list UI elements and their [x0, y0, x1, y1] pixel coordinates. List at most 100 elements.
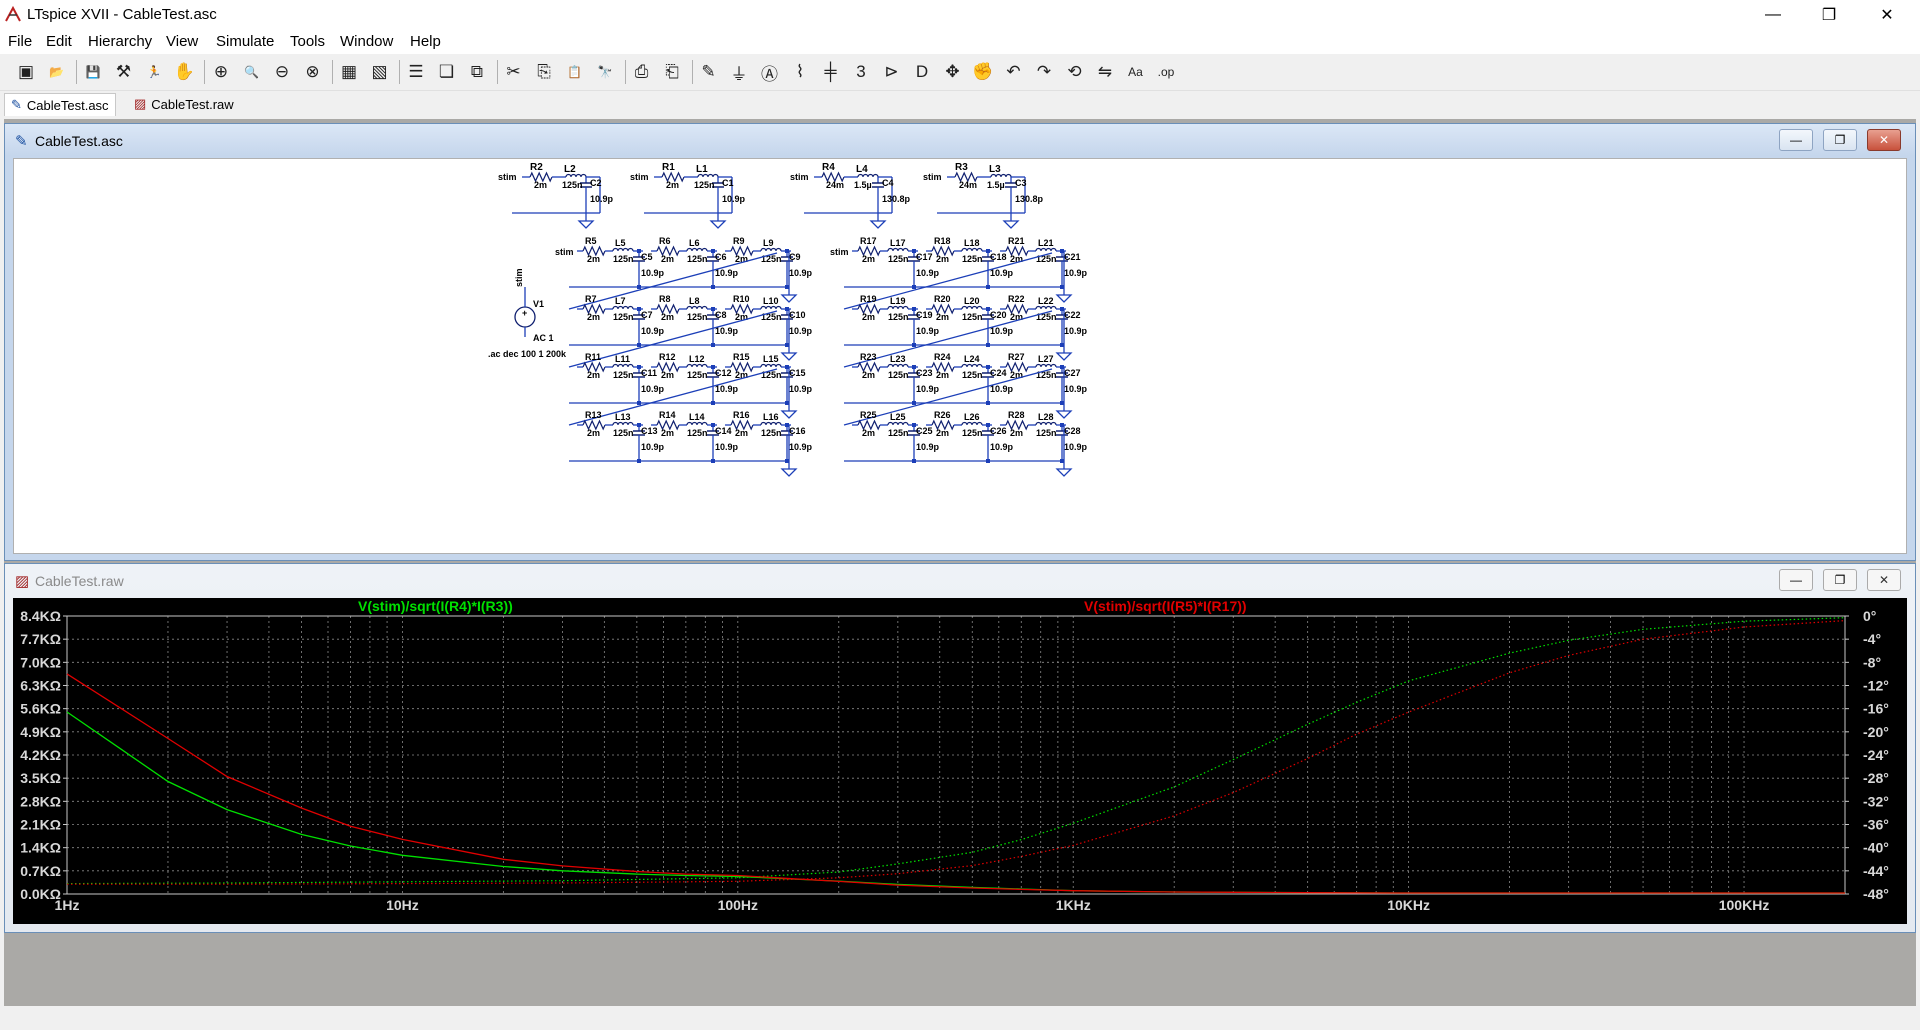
tile-vertical-icon[interactable]: ⧉ [465, 60, 489, 84]
y-left-tick-label: 7.7KΩ [20, 631, 61, 647]
cut-icon[interactable]: ✂ [502, 60, 526, 84]
resistor-ref: R12 [659, 352, 676, 362]
spice-directive-icon[interactable]: .op [1154, 60, 1178, 84]
schematic-minimize-button[interactable]: — [1779, 129, 1813, 151]
inductor-ref: L10 [763, 296, 779, 306]
inductor-symbol [612, 305, 634, 310]
menu-help[interactable]: Help [410, 33, 441, 50]
pan-icon[interactable]: 🔍 [240, 60, 264, 84]
tile-horizontal-icon[interactable]: ☰ [404, 60, 428, 84]
save-icon[interactable]: 💾 [81, 60, 105, 84]
schematic-canvas[interactable]: stim R2 2m L2 125n C2 10.9p stim R1 2m L1 125n C1 10.… [13, 158, 1907, 554]
draw-wire-icon[interactable]: ✎ [697, 60, 721, 84]
cascade-icon[interactable]: ❏ [435, 60, 459, 84]
open-folder-icon[interactable]: 📂 [45, 60, 69, 84]
schematic-restore-button[interactable]: ❐ [1823, 129, 1857, 151]
print-preview-icon[interactable]: ⎗ [660, 60, 684, 84]
resistor-ref: R16 [733, 410, 750, 420]
capacitor-ref: C17 [916, 252, 933, 262]
new-schematic-icon[interactable]: ▣ [14, 60, 38, 84]
menu-view[interactable]: View [166, 33, 198, 50]
copy-icon[interactable]: ⎘ [532, 60, 556, 84]
inductor-symbol [1035, 363, 1057, 368]
label-net-icon[interactable]: Ⓐ [758, 60, 782, 84]
ground-symbol [1055, 352, 1073, 361]
x-tick-label: 100Hz [718, 897, 758, 913]
toolbar-separator [76, 60, 77, 84]
waveform-window-titlebar[interactable]: ▨ CableTest.raw — ❐ ✕ [5, 564, 1915, 596]
ground-icon[interactable]: ⏚ [727, 60, 751, 84]
drag-icon[interactable]: ✊ [971, 60, 995, 84]
y-left-tick-label: 3.5KΩ [20, 770, 61, 786]
capacitor-icon[interactable]: ╪ [819, 60, 843, 84]
menu-simulate[interactable]: Simulate [216, 33, 274, 50]
bode-plot-chart[interactable]: 8.4KΩ 7.7KΩ 7.0KΩ 6.3KΩ 5.6KΩ 4.9KΩ 4.2KΩ 3.5KΩ… [13, 598, 1907, 924]
zoom-in-icon[interactable]: ⊕ [209, 60, 233, 84]
component-icon[interactable]: D [910, 60, 934, 84]
print-icon[interactable]: ⎙ [630, 60, 654, 84]
y-right-tick-label: -20° [1863, 724, 1889, 740]
undo-icon[interactable]: ↶ [1002, 60, 1026, 84]
waveform-minimize-button[interactable]: — [1779, 569, 1813, 591]
zoom-out-icon[interactable]: ⊖ [270, 60, 294, 84]
tab-cabletest-raw[interactable]: ▨ CableTest.raw [128, 93, 240, 115]
run-icon[interactable]: 🏃 [142, 60, 166, 84]
waveform-plot[interactable]: 8.4KΩ 7.7KΩ 7.0KΩ 6.3KΩ 5.6KΩ 4.9KΩ 4.2KΩ 3.5KΩ… [13, 598, 1907, 924]
plot-settings-icon[interactable]: ▧ [368, 60, 392, 84]
zoom-fit-icon[interactable]: ⊗ [301, 60, 325, 84]
capacitor-value: 10.9p [789, 326, 813, 336]
close-button[interactable]: ✕ [1864, 0, 1910, 30]
inductor-value: 125n [962, 428, 983, 438]
ltspice-app-icon [5, 5, 21, 22]
window-title: LTspice XVII - CableTest.asc [27, 6, 217, 23]
resistor-value: 2m [661, 254, 674, 264]
schematic-window-titlebar[interactable]: ✎ CableTest.asc — ❐ ✕ [5, 124, 1915, 156]
resistor-ref: R21 [1008, 236, 1025, 246]
minimize-button[interactable]: — [1750, 0, 1796, 30]
capacitor-value: 10.9p [789, 268, 813, 278]
resistor-icon[interactable]: ⌇ [788, 60, 812, 84]
schematic-drawing[interactable]: stim R2 2m L2 125n C2 10.9p stim R1 2m L1 125n C1 10.… [14, 159, 1906, 553]
halt-icon[interactable]: ✋ [173, 60, 197, 84]
resistor-ref: R8 [659, 294, 671, 304]
diode-icon[interactable]: ⊳ [880, 60, 904, 84]
menu-file[interactable]: File [8, 33, 32, 50]
text-icon[interactable]: Aa [1124, 60, 1148, 84]
schematic-close-button[interactable]: ✕ [1867, 129, 1901, 151]
x-tick-label: 10Hz [386, 897, 419, 913]
maximize-button[interactable]: ❐ [1806, 0, 1852, 30]
autorange-icon[interactable]: ▦ [337, 60, 361, 84]
resistor-value: 2m [936, 312, 949, 322]
menu-window[interactable]: Window [340, 33, 393, 50]
source-value: AC 1 [533, 333, 554, 343]
inductor-value: 125n [962, 370, 983, 380]
control-panel-icon[interactable]: ⚒ [112, 60, 136, 84]
rotate-icon[interactable]: ⟲ [1063, 60, 1087, 84]
inductor-icon[interactable]: 3 [849, 60, 873, 84]
inductor-symbol [760, 247, 782, 252]
paste-icon[interactable]: 📋 [563, 60, 587, 84]
inductor-ref: L27 [1038, 354, 1054, 364]
inductor-ref: L23 [890, 354, 906, 364]
capacitor-value: 10.9p [990, 268, 1014, 278]
title-bar: LTspice XVII - CableTest.asc — ❐ ✕ [0, 0, 1920, 30]
inductor-value: 125n [687, 370, 708, 380]
inductor-symbol [887, 363, 909, 368]
find-icon[interactable]: 🔭 [593, 60, 617, 84]
inductor-value: 1.5µ [854, 180, 872, 190]
waveform-restore-button[interactable]: ❐ [1823, 569, 1857, 591]
capacitor-value: 10.9p [590, 194, 614, 204]
y-right-tick-label: -32° [1863, 793, 1889, 809]
menu-tools[interactable]: Tools [290, 33, 325, 50]
tab-cabletest-asc[interactable]: ✎ CableTest.asc [4, 93, 116, 116]
inductor-symbol [961, 247, 983, 252]
mirror-icon[interactable]: ⇋ [1093, 60, 1117, 84]
menu-edit[interactable]: Edit [46, 33, 72, 50]
capacitor-value: 10.9p [1064, 326, 1088, 336]
waveform-close-button[interactable]: ✕ [1867, 569, 1901, 591]
y-left-tick-label: 6.3KΩ [20, 678, 61, 694]
inductor-value: 125n [562, 180, 583, 190]
move-icon[interactable]: ✥ [941, 60, 965, 84]
menu-hierarchy[interactable]: Hierarchy [88, 33, 152, 50]
redo-icon[interactable]: ↷ [1032, 60, 1056, 84]
